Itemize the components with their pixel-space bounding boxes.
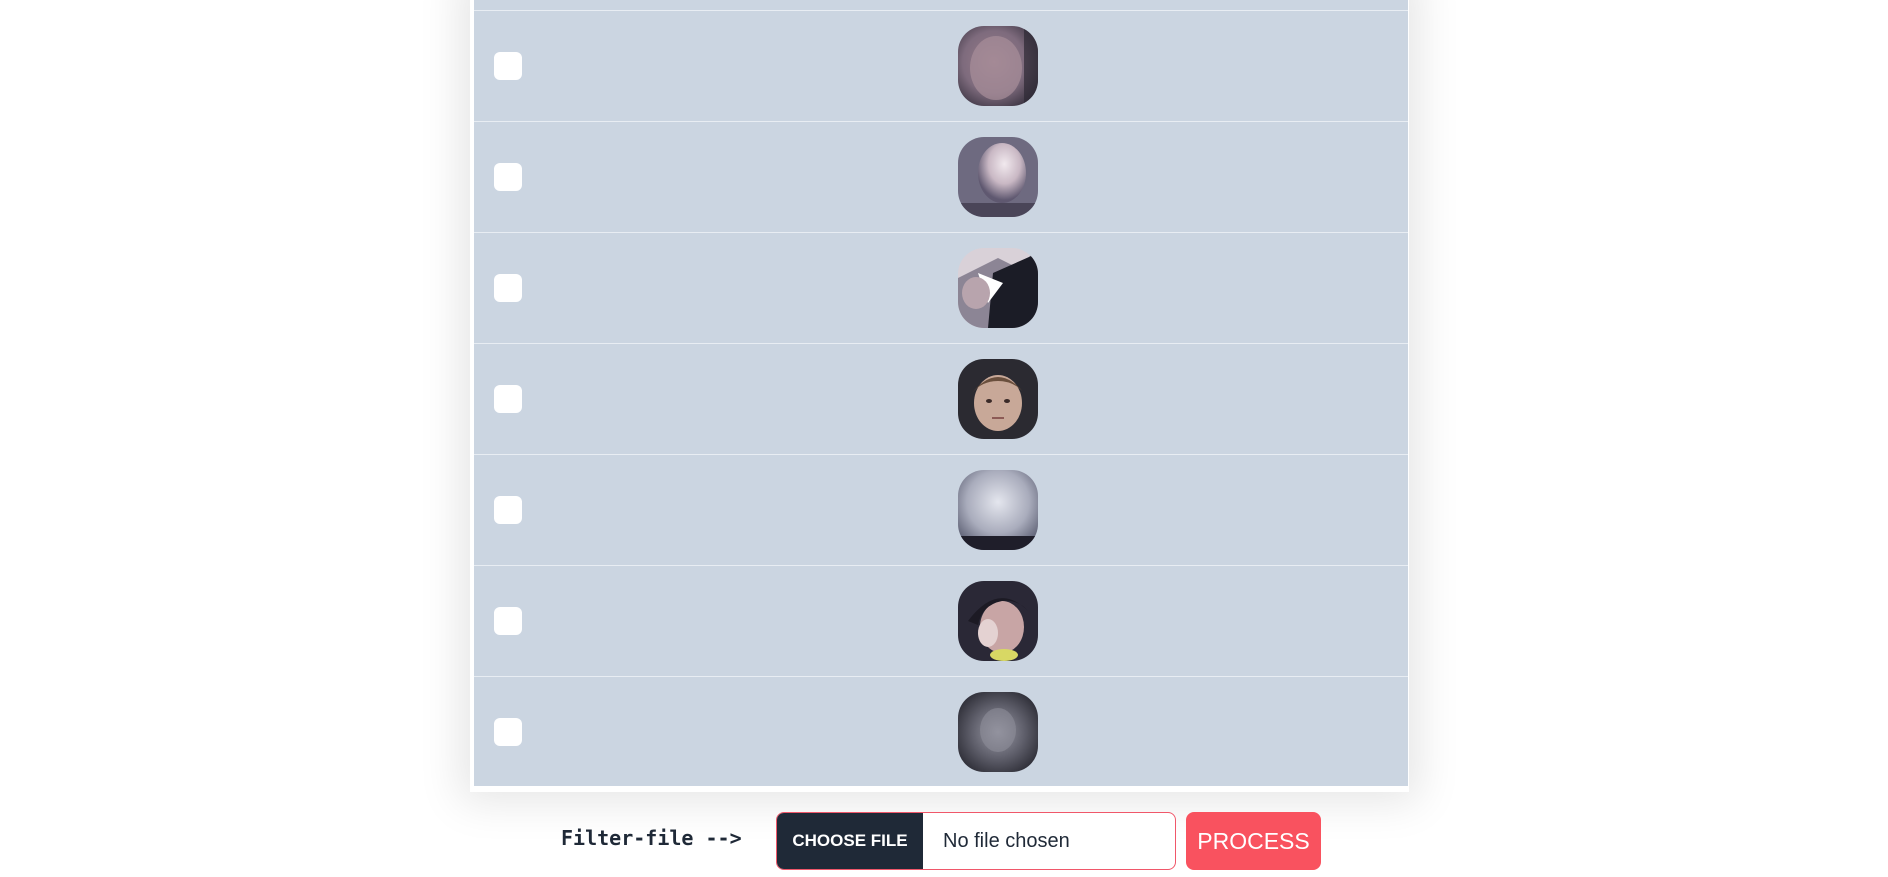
row-checkbox[interactable] <box>494 163 522 191</box>
filter-file-label: Filter-file --> <box>561 826 742 850</box>
face-thumbnail <box>958 359 1038 439</box>
table-row <box>474 232 1408 342</box>
face-thumbnail <box>958 26 1038 106</box>
process-button[interactable]: PROCESS <box>1186 812 1321 870</box>
row-checkbox[interactable] <box>494 274 522 302</box>
table-row <box>474 10 1408 120</box>
face-selection-table <box>474 0 1408 786</box>
file-status-text: No file chosen <box>943 830 1070 852</box>
table-row <box>474 343 1408 453</box>
table-row <box>474 454 1408 564</box>
filter-bar: Filter-file --> CHOOSE FILE No file chos… <box>0 808 1888 877</box>
row-checkbox[interactable] <box>494 496 522 524</box>
row-checkbox[interactable] <box>494 718 522 746</box>
filter-file-input[interactable]: CHOOSE FILE No file chosen <box>776 812 1176 870</box>
row-checkbox[interactable] <box>494 52 522 80</box>
table-row <box>474 121 1408 231</box>
face-thumbnail <box>958 581 1038 661</box>
row-checkbox[interactable] <box>494 607 522 635</box>
face-thumbnail <box>958 137 1038 217</box>
row-checkbox[interactable] <box>494 385 522 413</box>
face-thumbnail <box>958 470 1038 550</box>
table-row <box>474 676 1408 786</box>
table-row <box>474 565 1408 675</box>
choose-file-button[interactable]: CHOOSE FILE <box>777 813 923 869</box>
face-thumbnail <box>958 248 1038 328</box>
face-thumbnail <box>958 692 1038 772</box>
